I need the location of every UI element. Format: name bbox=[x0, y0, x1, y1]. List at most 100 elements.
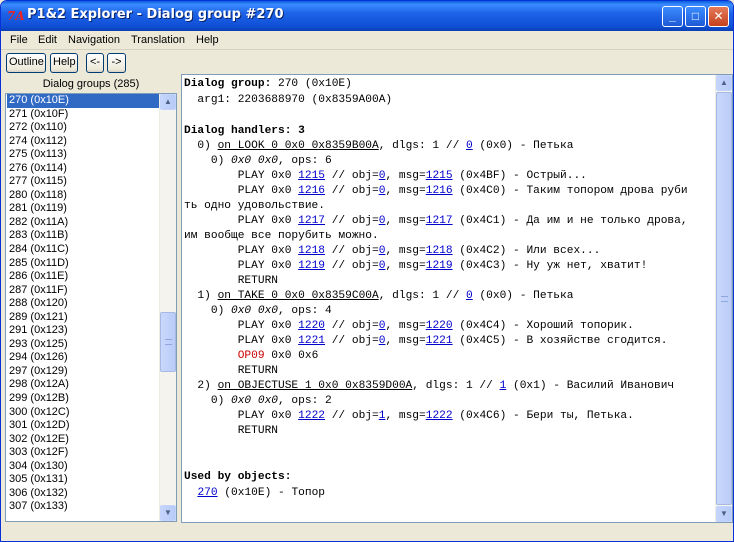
dialog-group-item[interactable]: 297 (0x129) bbox=[7, 365, 160, 379]
object-link[interactable]: 270 bbox=[197, 487, 217, 499]
message-link[interactable]: 1215 bbox=[298, 170, 325, 182]
play-line: PLAY 0x0 1221 // obj=0, msg=1221 (0x4C5)… bbox=[184, 334, 668, 349]
play-op: PLAY 0x0 bbox=[184, 335, 299, 347]
msg-link[interactable]: 1220 bbox=[426, 320, 453, 332]
handler-index: 2) bbox=[184, 380, 218, 392]
dialog-group-item[interactable]: 275 (0x113) bbox=[7, 148, 160, 162]
dialog-group-item[interactable]: 270 (0x10E) bbox=[7, 94, 160, 108]
dialog-group-item[interactable]: 291 (0x123) bbox=[7, 324, 160, 338]
dialog-group-item[interactable]: 271 (0x10F) bbox=[7, 108, 160, 122]
message-link[interactable]: 1221 bbox=[298, 335, 325, 347]
dialog-ref-link[interactable]: 0 bbox=[466, 290, 473, 302]
window-title: P1&2 Explorer - Dialog group #270 bbox=[27, 7, 284, 22]
detail-scroll-thumb[interactable] bbox=[716, 92, 732, 505]
menu-edit[interactable]: Edit bbox=[38, 34, 57, 46]
dialog-groups-list[interactable]: 270 (0x10E) 271 (0x10F) 272 (0x110) 274 (0x… bbox=[5, 93, 177, 522]
msg-link[interactable]: 1216 bbox=[426, 185, 453, 197]
title-bar[interactable]: 7A P1&2 Explorer - Dialog group #270 _ □… bbox=[1, 1, 733, 31]
message-link[interactable]: 1218 bbox=[298, 245, 325, 257]
dialog-group-item[interactable]: 287 (0x11F) bbox=[7, 284, 160, 298]
dialog-group-item[interactable]: 303 (0x12F) bbox=[7, 446, 160, 460]
dialog-group-item[interactable]: 302 (0x12E) bbox=[7, 433, 160, 447]
detail-scrollbar[interactable]: ▲ ▼ bbox=[715, 75, 732, 522]
dialog-group-item[interactable]: 286 (0x11E) bbox=[7, 270, 160, 284]
handler-dlgs: , dlgs: 1 // bbox=[412, 380, 500, 392]
scroll-down-icon[interactable]: ▼ bbox=[160, 505, 176, 521]
handler-0-link[interactable]: on LOOK 0 0x0 0x8359B00A bbox=[218, 140, 379, 152]
msg-link[interactable]: 1217 bbox=[426, 215, 453, 227]
detail-panel: Dialog group: 270 (0x10E) arg1: 22036889… bbox=[181, 74, 733, 523]
menu-navigation[interactable]: Navigation bbox=[68, 34, 120, 46]
handler-index: 1) bbox=[184, 290, 218, 302]
op09-args: 0x0 0x6 bbox=[264, 350, 319, 362]
dialog-group-item[interactable]: 288 (0x120) bbox=[7, 297, 160, 311]
dialog-group-item[interactable]: 274 (0x112) bbox=[7, 135, 160, 149]
dialog-group-item[interactable]: 293 (0x125) bbox=[7, 338, 160, 352]
dialog-group-item[interactable]: 272 (0x110) bbox=[7, 121, 160, 135]
maximize-button[interactable]: □ bbox=[685, 6, 706, 27]
return-line: RETURN bbox=[184, 275, 278, 287]
play-line: PLAY 0x0 1218 // obj=0, msg=1218 (0x4C2)… bbox=[184, 244, 601, 259]
toolbar: Outline Help <- -> bbox=[1, 50, 733, 76]
dialog-group-item[interactable]: 304 (0x130) bbox=[7, 460, 160, 474]
list-scroll-thumb[interactable] bbox=[160, 312, 176, 372]
menu-help[interactable]: Help bbox=[196, 34, 219, 46]
menu-bar: File Edit Navigation Translation Help bbox=[1, 31, 733, 50]
menu-file[interactable]: File bbox=[10, 34, 28, 46]
message-text: (0x4C6) - Бери ты, Петька. bbox=[452, 410, 634, 422]
used-by-label: Used by objects: bbox=[184, 471, 292, 483]
msg-link[interactable]: 1221 bbox=[426, 335, 453, 347]
message-link[interactable]: 1220 bbox=[298, 320, 325, 332]
grip-icon bbox=[165, 339, 172, 345]
group-label: Dialog group: bbox=[184, 78, 272, 90]
dialog-group-item[interactable]: 284 (0x11C) bbox=[7, 243, 160, 257]
handler-speaker: (0x0) - Петька bbox=[472, 290, 574, 302]
forward-button[interactable]: -> bbox=[107, 53, 126, 73]
message-link[interactable]: 1222 bbox=[298, 410, 325, 422]
minimize-button[interactable]: _ bbox=[662, 6, 683, 27]
ops-count: , ops: 2 bbox=[278, 395, 332, 407]
scroll-down-icon[interactable]: ▼ bbox=[716, 506, 732, 522]
help-button[interactable]: Help bbox=[50, 53, 78, 73]
obj-label: // obj= bbox=[325, 185, 379, 197]
dialog-group-item[interactable]: 299 (0x12B) bbox=[7, 392, 160, 406]
message-link[interactable]: 1217 bbox=[298, 215, 325, 227]
menu-translation[interactable]: Translation bbox=[131, 34, 185, 46]
handler-index: 0) bbox=[184, 140, 218, 152]
msg-link[interactable]: 1218 bbox=[426, 245, 453, 257]
outline-button[interactable]: Outline bbox=[6, 53, 46, 73]
dialog-group-item[interactable]: 281 (0x119) bbox=[7, 202, 160, 216]
dialog-group-item[interactable]: 301 (0x12D) bbox=[7, 419, 160, 433]
dialog-group-item[interactable]: 280 (0x118) bbox=[7, 189, 160, 203]
dialog-group-item[interactable]: 289 (0x121) bbox=[7, 311, 160, 325]
dialog-group-item[interactable]: 294 (0x126) bbox=[7, 351, 160, 365]
dialog-group-item[interactable]: 277 (0x115) bbox=[7, 175, 160, 189]
ops-index: 0) bbox=[184, 395, 231, 407]
dialog-group-item[interactable]: 276 (0x114) bbox=[7, 162, 160, 176]
message-link[interactable]: 1216 bbox=[298, 185, 325, 197]
dialog-group-item[interactable]: 305 (0x131) bbox=[7, 473, 160, 487]
dialog-group-item[interactable]: 298 (0x12A) bbox=[7, 378, 160, 392]
return-line: RETURN bbox=[184, 425, 278, 437]
msg-link[interactable]: 1222 bbox=[426, 410, 453, 422]
list-scrollbar[interactable]: ▲ ▼ bbox=[159, 94, 176, 521]
message-link[interactable]: 1219 bbox=[298, 260, 325, 272]
dialog-group-item[interactable]: 285 (0x11D) bbox=[7, 257, 160, 271]
scroll-up-icon[interactable]: ▲ bbox=[716, 75, 732, 91]
dialog-ref-link[interactable]: 0 bbox=[466, 140, 473, 152]
msg-link[interactable]: 1219 bbox=[426, 260, 453, 272]
scroll-up-icon[interactable]: ▲ bbox=[160, 94, 176, 110]
handler-dlgs: , dlgs: 1 // bbox=[378, 290, 466, 302]
msg-label: , msg= bbox=[385, 260, 426, 272]
back-button[interactable]: <- bbox=[86, 53, 104, 73]
dialog-group-item[interactable]: 306 (0x132) bbox=[7, 487, 160, 501]
handler-1-link[interactable]: on TAKE 0 0x0 0x8359C00A bbox=[218, 290, 379, 302]
dialog-group-item[interactable]: 283 (0x11B) bbox=[7, 229, 160, 243]
wrapped-text: ть одно удовольствие. bbox=[184, 200, 325, 212]
dialog-group-item[interactable]: 307 (0x133) bbox=[7, 500, 160, 514]
dialog-group-item[interactable]: 282 (0x11A) bbox=[7, 216, 160, 230]
handler-2-link[interactable]: on OBJECTUSE 1 0x0 0x8359D00A bbox=[218, 380, 413, 392]
msg-link[interactable]: 1215 bbox=[426, 170, 453, 182]
close-button[interactable]: ✕ bbox=[708, 6, 729, 27]
dialog-group-item[interactable]: 300 (0x12C) bbox=[7, 406, 160, 420]
